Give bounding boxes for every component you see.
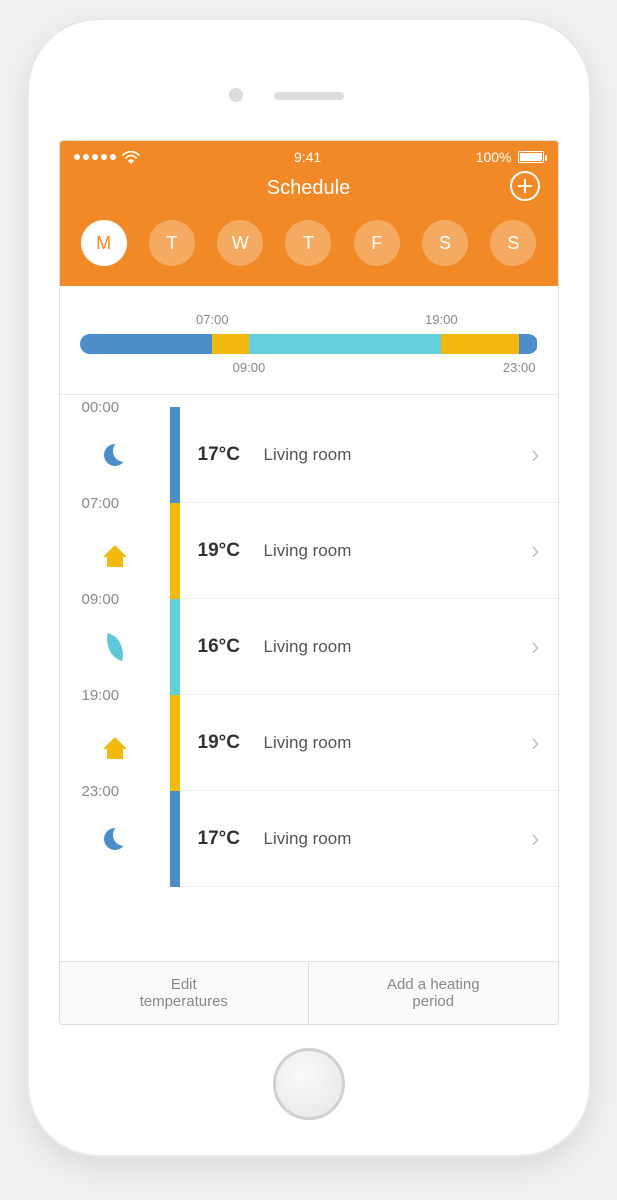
app-header: 9:41 100% Schedule MTWTFSS	[60, 141, 558, 286]
period-start-time: 19:00	[82, 687, 120, 704]
battery-percent: 100%	[476, 149, 512, 165]
period-temperature: 17°C	[198, 828, 256, 850]
period-row: 07:00 19°C Living room ›	[60, 503, 558, 599]
day-tabs: MTWTFSS	[60, 214, 558, 286]
period-color-bar	[170, 407, 180, 503]
phone-camera	[229, 88, 243, 102]
chevron-right-icon: ›	[531, 631, 540, 662]
period-temperature: 19°C	[198, 732, 256, 754]
status-time: 9:41	[294, 149, 321, 165]
period-list: 00:00 17°C Living room › 07:00 19°C Living roo…	[60, 395, 558, 961]
add-heating-period-button[interactable]: Add a heating period	[308, 962, 558, 1024]
edit-temperatures-button[interactable]: Edit temperatures	[60, 962, 309, 1024]
house-icon	[101, 729, 129, 757]
day-tab-5[interactable]: S	[422, 220, 468, 266]
timeline-bottom-labels: 09:00 23:00	[80, 360, 538, 376]
period-room: Living room	[264, 637, 352, 657]
phone-speaker	[274, 92, 344, 100]
day-tab-1[interactable]: T	[149, 220, 195, 266]
period-color-bar	[170, 791, 180, 887]
period-left: 09:00	[60, 599, 170, 695]
timeline-segment	[80, 334, 213, 354]
period-row-button[interactable]: 16°C Living room ›	[180, 599, 558, 695]
period-start-time: 00:00	[82, 399, 120, 416]
status-left	[74, 151, 140, 164]
timeline-label: 19:00	[425, 312, 458, 327]
title-row: Schedule	[60, 169, 558, 214]
day-tab-2[interactable]: W	[217, 220, 263, 266]
period-start-time: 09:00	[82, 591, 120, 608]
moon-icon	[101, 441, 129, 469]
timeline-segment	[519, 334, 537, 354]
timeline-segment	[441, 334, 519, 354]
period-room: Living room	[264, 829, 352, 849]
period-row: 19:00 19°C Living room ›	[60, 695, 558, 791]
timeline-section: 07:00 19:00 09:00 23:00	[60, 286, 558, 395]
timeline-label: 09:00	[233, 360, 266, 375]
add-button[interactable]	[510, 171, 540, 201]
timeline-label: 07:00	[196, 312, 229, 327]
period-row: 09:00 16°C Living room ›	[60, 599, 558, 695]
timeline-top-labels: 07:00 19:00	[80, 312, 538, 328]
period-row-button[interactable]: 19°C Living room ›	[180, 695, 558, 791]
page-title: Schedule	[267, 177, 350, 200]
day-tab-6[interactable]: S	[490, 220, 536, 266]
period-row-button[interactable]: 17°C Living room ›	[180, 791, 558, 887]
period-room: Living room	[264, 445, 352, 465]
timeline-segment	[249, 334, 441, 354]
timeline-label: 23:00	[503, 360, 536, 375]
phone-home-button[interactable]	[273, 1048, 345, 1120]
chevron-right-icon: ›	[531, 823, 540, 854]
app-screen: 9:41 100% Schedule MTWTFSS 07:0019:00 09…	[59, 140, 559, 1025]
house-icon	[101, 537, 129, 565]
period-row-button[interactable]: 19°C Living room ›	[180, 503, 558, 599]
period-color-bar	[170, 503, 180, 599]
status-right: 100%	[476, 149, 544, 165]
period-temperature: 19°C	[198, 540, 256, 562]
wifi-icon	[122, 151, 140, 164]
day-tab-0[interactable]: M	[81, 220, 127, 266]
period-color-bar	[170, 695, 180, 791]
footer-actions: Edit temperatures Add a heating period	[60, 961, 558, 1024]
phone-frame: 9:41 100% Schedule MTWTFSS 07:0019:00 09…	[29, 20, 589, 1155]
chevron-right-icon: ›	[531, 535, 540, 566]
day-tab-4[interactable]: F	[354, 220, 400, 266]
period-temperature: 16°C	[198, 636, 256, 658]
period-temperature: 17°C	[198, 444, 256, 466]
period-room: Living room	[264, 541, 352, 561]
period-color-bar	[170, 599, 180, 695]
day-tab-3[interactable]: T	[285, 220, 331, 266]
timeline-bar[interactable]	[80, 334, 538, 354]
moon-icon	[101, 825, 129, 853]
timeline-segment	[212, 334, 249, 354]
period-left: 19:00	[60, 695, 170, 791]
period-room: Living room	[264, 733, 352, 753]
battery-icon	[518, 151, 544, 163]
period-left: 07:00	[60, 503, 170, 599]
period-left: 23:00	[60, 791, 170, 887]
leaf-icon	[101, 633, 129, 661]
period-row: 00:00 17°C Living room ›	[60, 407, 558, 503]
period-row-button[interactable]: 17°C Living room ›	[180, 407, 558, 503]
period-start-time: 23:00	[82, 783, 120, 800]
period-left: 00:00	[60, 407, 170, 503]
period-row: 23:00 17°C Living room ›	[60, 791, 558, 887]
status-bar: 9:41 100%	[60, 141, 558, 169]
period-start-time: 07:00	[82, 495, 120, 512]
chevron-right-icon: ›	[531, 439, 540, 470]
chevron-right-icon: ›	[531, 727, 540, 758]
signal-dots-icon	[74, 154, 116, 160]
